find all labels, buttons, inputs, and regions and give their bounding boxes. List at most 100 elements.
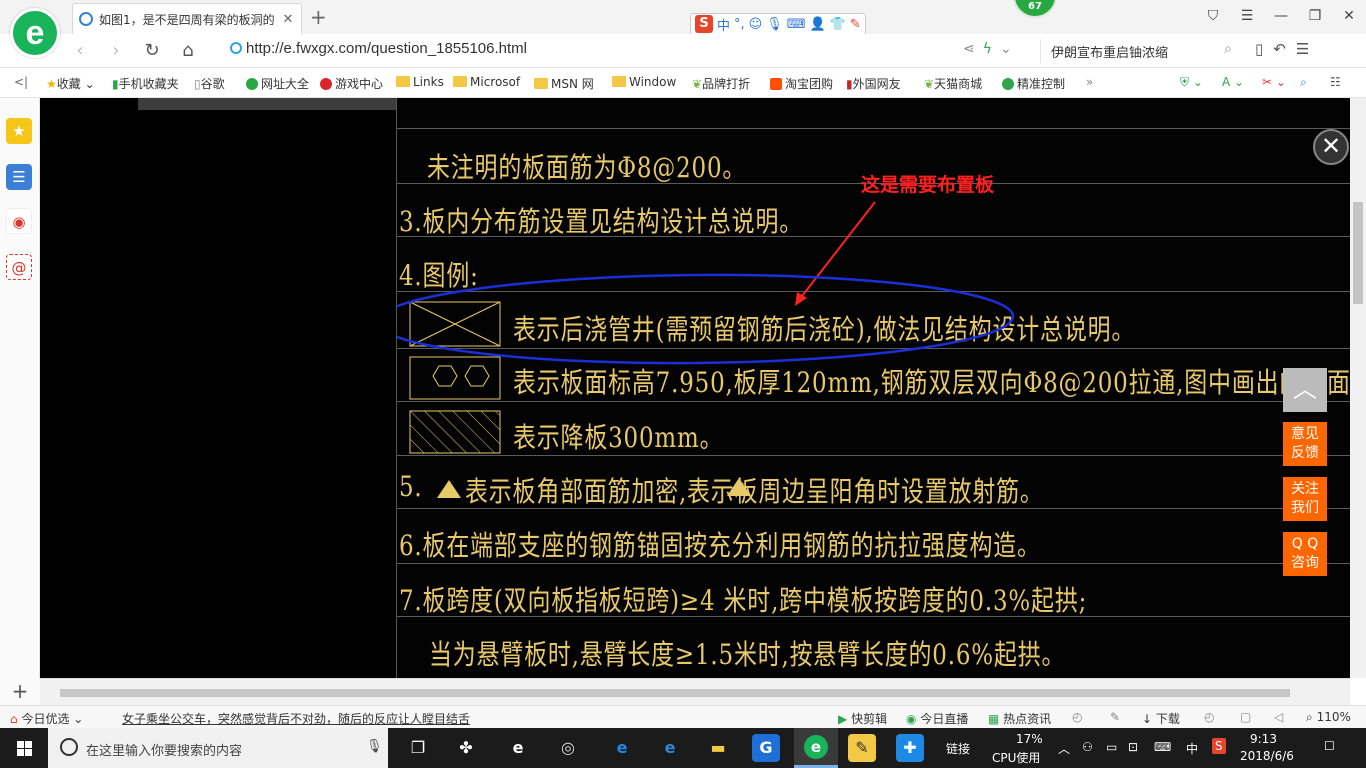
url-actions[interactable]: ⋖ϟ⌄ [963, 41, 1020, 57]
speed-icon[interactable]: ◴ [1072, 710, 1082, 724]
mic-icon[interactable]: 🎙 [366, 739, 383, 754]
active-browser-task[interactable]: e [794, 728, 838, 768]
phone-icon[interactable]: ▯ [1255, 40, 1273, 58]
back-to-top-button[interactable]: ︿ [1283, 368, 1327, 412]
bookmark-taobao[interactable]: 淘宝团购 [770, 75, 833, 92]
bookmark-foreign[interactable]: ▮外国网友 [846, 75, 901, 92]
more-bookmarks-icon[interactable]: » [1086, 75, 1093, 89]
shield-icon[interactable]: ⛨ ⌄ [1180, 75, 1203, 90]
file-explorer-icon[interactable]: ▬ [704, 734, 732, 762]
clock-time[interactable]: 9:13 [1250, 732, 1277, 746]
sidebar-toggle-icon[interactable]: <| [14, 75, 28, 89]
close-overlay-button[interactable]: ✕ [1313, 129, 1349, 165]
quick-edit-link[interactable]: ▶ 快剪辑 [838, 710, 887, 727]
hot-news-link[interactable]: ▦ 热点资讯 [988, 710, 1051, 727]
favorites-star-icon[interactable]: ★ [6, 118, 32, 144]
sogou-tray-icon[interactable]: S [1212, 738, 1226, 754]
ie-browser-icon[interactable]: e [504, 734, 532, 762]
share-icon[interactable]: ⋖ [963, 41, 983, 57]
browser-tab[interactable]: 如图1，是不是四周有梁的板洞的 ✕ [72, 3, 302, 34]
ie-mode-icon[interactable]: ◴ [1204, 710, 1214, 724]
ime-lang[interactable]: 中 [717, 15, 730, 34]
shirt-icon[interactable]: 👕 [830, 17, 846, 32]
grid-menu-icon[interactable]: ☷ [1330, 75, 1341, 89]
bookmark-precise[interactable]: 精准控制 [1002, 75, 1065, 92]
wrench-icon[interactable]: ✎ [850, 17, 861, 32]
task-view-icon[interactable]: ❐ [404, 734, 432, 762]
tools-icon[interactable]: ✎ [1110, 710, 1120, 724]
window-mode-icon[interactable]: ▢ [1240, 710, 1251, 724]
emoji-icon[interactable]: ☺ [749, 17, 763, 32]
search-box[interactable]: 伊朗宣布重启铀浓缩 ⌕ [1040, 39, 1240, 63]
sogou-ime-toolbar[interactable]: S 中 °, ☺ 🎙 ⌨ 👤 👕 ✎ [690, 13, 866, 35]
horizontal-scrollbar[interactable] [40, 678, 1350, 705]
daily-picks[interactable]: ⌂ 今日优选 ⌄ [10, 710, 83, 727]
lightning-icon[interactable]: ϟ [983, 41, 1000, 57]
user-icon[interactable]: 👤 [810, 17, 826, 32]
downloads-link[interactable]: ↓ 下载 [1142, 710, 1180, 727]
home-button[interactable]: ⌂ [176, 39, 200, 63]
ime-indicator[interactable]: 中 [1186, 740, 1198, 757]
zoom-level[interactable]: ⌕ 110% [1306, 710, 1351, 725]
scissors-icon[interactable]: ✂ ⌄ [1262, 75, 1286, 89]
add-panel-button[interactable]: + [0, 678, 40, 705]
weibo-icon[interactable]: ◉ [6, 208, 32, 234]
start-button[interactable] [0, 728, 48, 768]
notification-center-icon[interactable]: ☐ [1324, 739, 1335, 753]
notification-badge[interactable]: 67 [1013, 0, 1057, 18]
menu-icon[interactable]: ☰ [1230, 0, 1264, 32]
follow-us-button[interactable]: 关注 我们 [1283, 477, 1327, 521]
live-link[interactable]: ◉ 今日直播 [906, 710, 968, 727]
network-icon[interactable]: ⊡ [1128, 740, 1138, 754]
g-app-icon[interactable]: G [752, 734, 780, 762]
translate-icon[interactable]: A ⌄ [1222, 75, 1244, 89]
taskbar-search-input[interactable]: 在这里输入你要搜索的内容 [86, 740, 242, 759]
mute-icon[interactable]: ◁ [1274, 710, 1283, 724]
bookmark-nav[interactable]: 网址大全 [246, 75, 309, 92]
close-window-button[interactable]: ✕ [1332, 0, 1366, 32]
back-button[interactable]: ‹ [68, 39, 92, 63]
bookmark-favorites[interactable]: ★收藏 ⌄ [46, 75, 95, 92]
bookmark-mobile[interactable]: ▮手机收藏夹 [112, 75, 179, 92]
bookmark-google[interactable]: ▯谷歌 [194, 75, 225, 92]
notes-app-icon[interactable]: ✎ [848, 734, 876, 762]
chevron-up-icon[interactable]: ︿ [1058, 740, 1070, 757]
link-label[interactable]: 链接 [946, 740, 970, 757]
feedback-button[interactable]: 意见 反馈 [1283, 422, 1327, 466]
vertical-scroll-thumb[interactable] [1353, 202, 1363, 304]
reading-list-icon[interactable]: ☰ [6, 164, 32, 190]
vertical-scrollbar[interactable] [1350, 98, 1366, 678]
minimize-button[interactable]: — [1264, 0, 1298, 32]
qq-consult-button[interactable]: Q Q 咨询 [1283, 532, 1327, 576]
browser-logo-icon[interactable]: e [10, 8, 60, 58]
mic-icon[interactable]: 🎙 [766, 17, 783, 32]
email-icon[interactable]: @ [6, 254, 32, 280]
remote-app-icon[interactable]: ✚ [896, 734, 924, 762]
forward-button[interactable]: › [104, 39, 128, 63]
horizontal-scroll-thumb[interactable] [60, 689, 1290, 697]
ime-punct[interactable]: °, [734, 17, 745, 32]
undo-icon[interactable]: ↶ [1273, 40, 1296, 58]
news-ticker[interactable]: 女子乘坐公交车，突然感觉背后不对劲，随后的反应让人瞠目结舌 [122, 710, 470, 727]
search-input[interactable]: 伊朗宣布重启铀浓缩 [1051, 42, 1168, 61]
taskbar-search[interactable]: 在这里输入你要搜索的内容 🎙 [48, 728, 388, 768]
reload-button[interactable]: ↻ [140, 39, 164, 63]
battery-icon[interactable]: ▭ [1106, 740, 1117, 754]
clock-date[interactable]: 2018/6/6 [1240, 749, 1294, 763]
keyboard-icon[interactable]: ⌨ [787, 17, 806, 32]
internet-explorer-icon[interactable]: e [656, 734, 684, 762]
new-tab-button[interactable]: + [310, 5, 327, 29]
bookmark-msn[interactable]: MSN 网 [534, 75, 594, 92]
maximize-button[interactable]: ❐ [1298, 0, 1332, 32]
bookmark-brand-sale[interactable]: ❦品牌打折 [692, 75, 750, 92]
bookmark-microsoft[interactable]: Microsof [453, 75, 520, 89]
more-menu-icon[interactable]: ☰ [1296, 40, 1319, 58]
edge-icon[interactable]: e [608, 734, 636, 762]
bookmark-links[interactable]: Links [396, 75, 444, 89]
pinwheel-app-icon[interactable]: ✤ [452, 734, 480, 762]
bookmark-tmall[interactable]: ❦天猫商城 [924, 75, 982, 92]
search-tool-icon[interactable]: ⌕ [1300, 75, 1307, 90]
bookmark-windows[interactable]: Window [612, 75, 676, 89]
bookmark-games[interactable]: 游戏中心 [320, 75, 383, 92]
keyboard-icon[interactable]: ⌨ [1154, 740, 1171, 754]
